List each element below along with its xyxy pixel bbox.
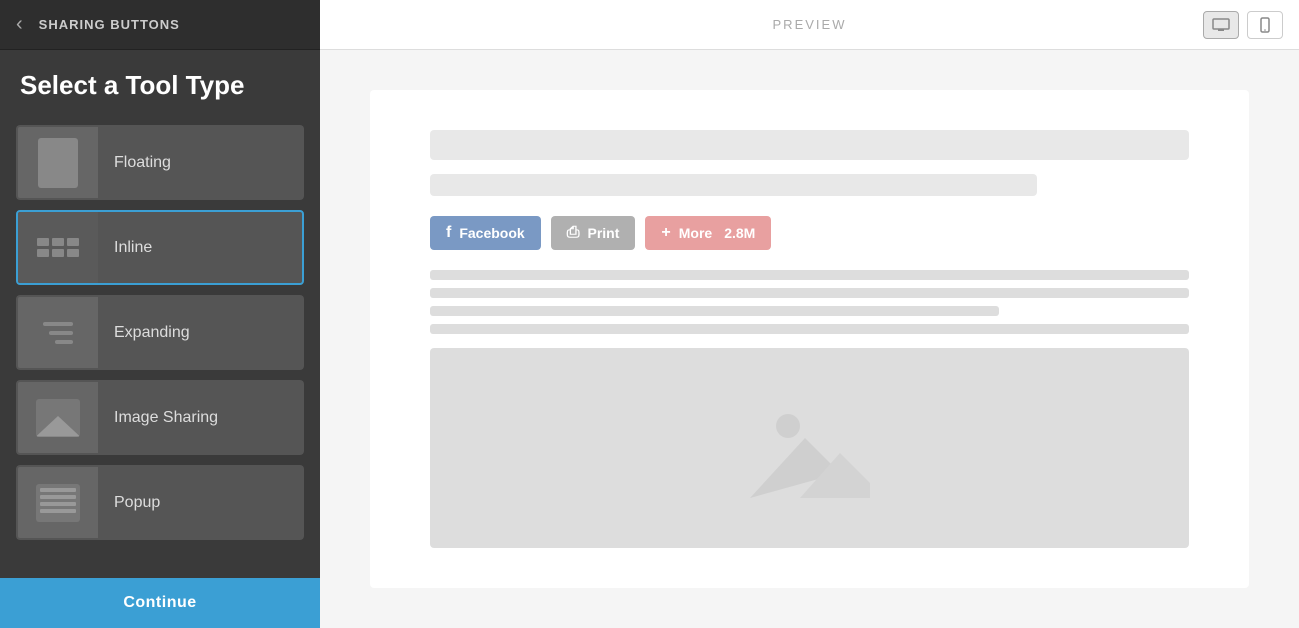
tool-label-popup: Popup xyxy=(98,494,160,512)
more-icon: + xyxy=(661,224,670,242)
print-icon: ⎙ xyxy=(567,224,580,242)
main-area: PREVIEW f Facebook xyxy=(320,0,1299,628)
mobile-icon xyxy=(1260,17,1270,33)
content-block-subtitle xyxy=(430,174,1037,196)
select-tool-heading: Select a Tool Type xyxy=(16,70,304,101)
text-line-4 xyxy=(430,324,1189,334)
popup-icon xyxy=(36,484,80,522)
facebook-label: Facebook xyxy=(459,225,524,241)
preview-label: PREVIEW xyxy=(773,17,847,32)
text-line-1 xyxy=(430,270,1189,280)
device-icons xyxy=(1203,11,1283,39)
print-label: Print xyxy=(588,225,620,241)
text-line-3 xyxy=(430,306,999,316)
expanding-icon-container xyxy=(18,295,98,370)
tool-item-inline[interactable]: Inline xyxy=(16,210,304,285)
expanding-icon xyxy=(43,322,73,344)
tool-label-floating: Floating xyxy=(98,154,171,172)
text-lines-block xyxy=(430,270,1189,334)
text-line-2 xyxy=(430,288,1189,298)
placeholder-image-icon xyxy=(750,398,870,498)
inline-icon xyxy=(37,238,79,257)
floating-icon-container xyxy=(18,125,98,200)
tool-item-popup[interactable]: Popup xyxy=(16,465,304,540)
tool-item-floating[interactable]: Floating xyxy=(16,125,304,200)
image-sharing-icon-container xyxy=(18,380,98,455)
sidebar: ‹ SHARING BUTTONS Select a Tool Type Flo… xyxy=(0,0,320,628)
image-placeholder xyxy=(430,348,1189,548)
image-sharing-icon xyxy=(36,399,80,437)
more-count: 2.8M xyxy=(724,225,755,241)
tool-label-inline: Inline xyxy=(98,239,152,257)
tool-label-expanding: Expanding xyxy=(98,324,190,342)
tool-label-image-sharing: Image Sharing xyxy=(98,409,218,427)
floating-icon xyxy=(38,138,78,188)
mobile-device-button[interactable] xyxy=(1247,11,1283,39)
continue-button[interactable]: Continue xyxy=(0,578,320,628)
sharing-buttons-row: f Facebook ⎙ Print + More 2.8M xyxy=(430,216,1189,250)
print-share-button[interactable]: ⎙ Print xyxy=(551,216,636,250)
sidebar-header: ‹ SHARING BUTTONS xyxy=(0,0,320,50)
tool-item-expanding[interactable]: Expanding xyxy=(16,295,304,370)
preview-content-area: f Facebook ⎙ Print + More 2.8M xyxy=(370,90,1249,588)
sidebar-title: SHARING BUTTONS xyxy=(39,17,180,32)
more-share-button[interactable]: + More 2.8M xyxy=(645,216,771,250)
sidebar-content: Select a Tool Type Floating xyxy=(0,50,320,578)
popup-icon-container xyxy=(18,465,98,540)
inline-icon-container xyxy=(18,210,98,285)
desktop-icon xyxy=(1212,18,1230,32)
facebook-share-button[interactable]: f Facebook xyxy=(430,216,541,250)
topbar: PREVIEW xyxy=(320,0,1299,50)
tool-item-image-sharing[interactable]: Image Sharing xyxy=(16,380,304,455)
desktop-device-button[interactable] xyxy=(1203,11,1239,39)
facebook-icon: f xyxy=(446,224,451,242)
back-button[interactable]: ‹ xyxy=(16,13,23,36)
content-block-title xyxy=(430,130,1189,160)
more-label: More xyxy=(679,225,712,241)
